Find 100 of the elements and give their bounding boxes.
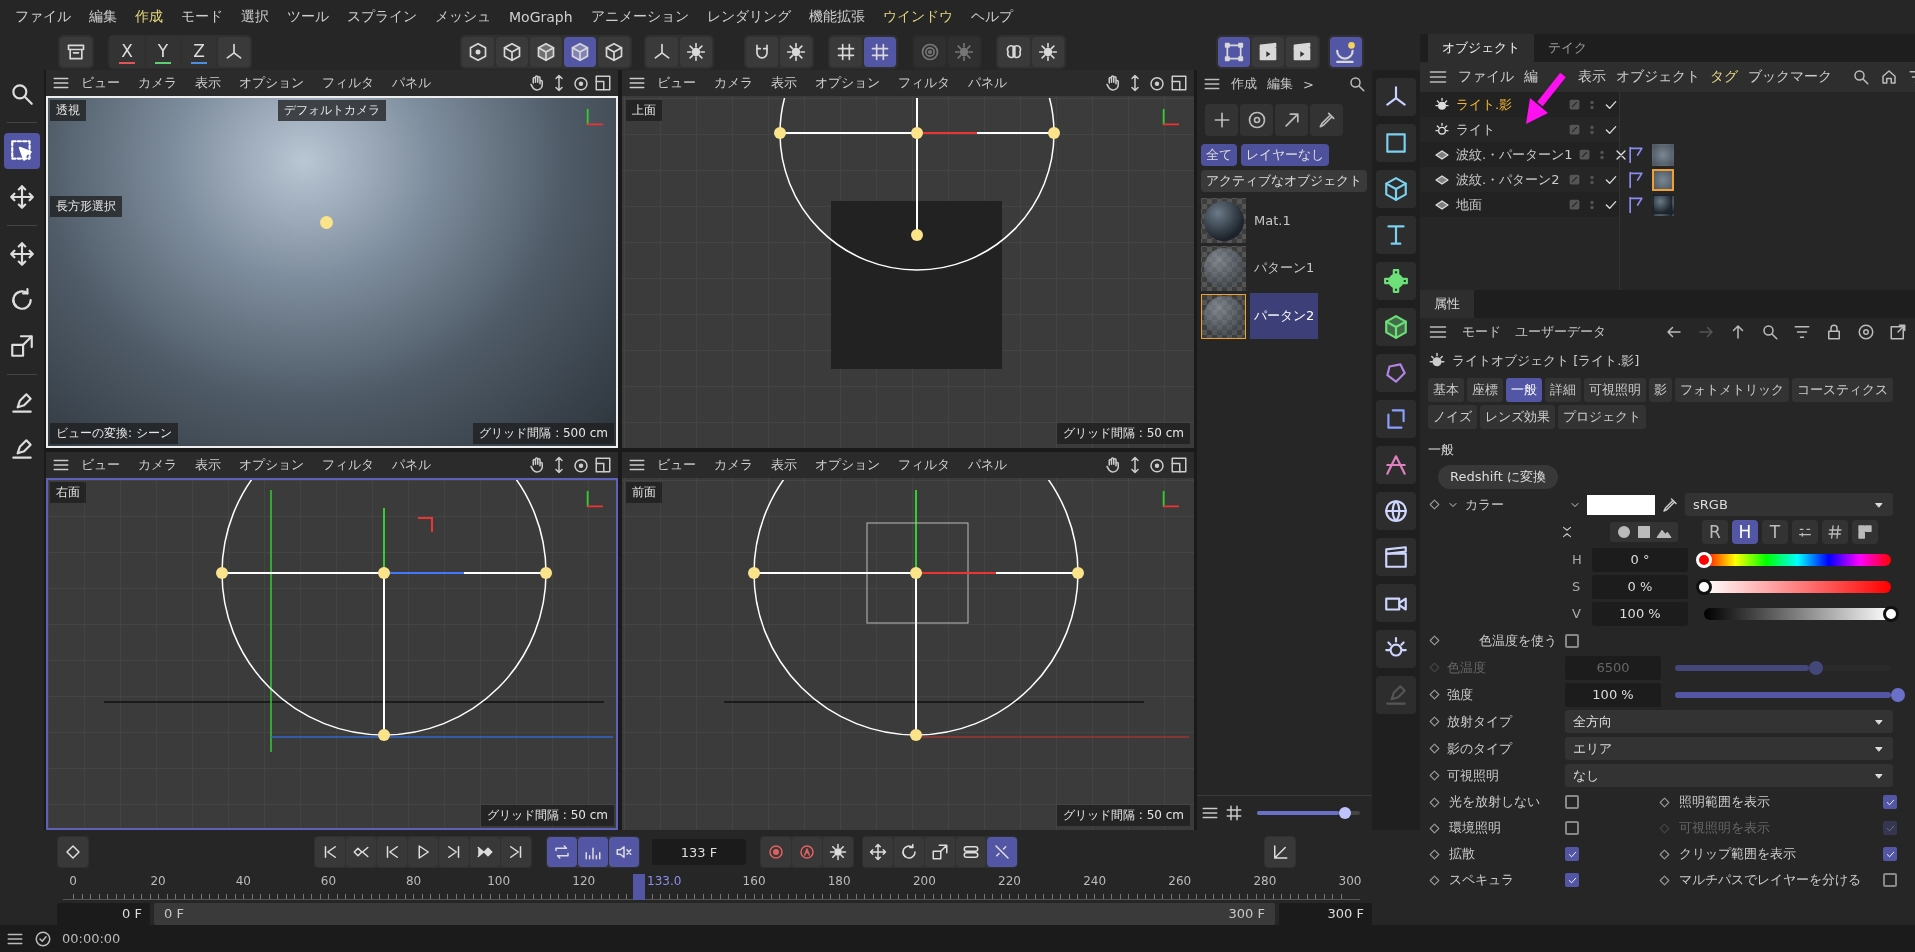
menu-item[interactable]: タグ: [1710, 68, 1738, 86]
view-menu-item[interactable]: ビュー: [650, 74, 703, 92]
color-mode-button[interactable]: H: [1732, 520, 1758, 544]
attribute-tab[interactable]: プロジェクト: [1558, 405, 1646, 429]
range-bar[interactable]: 0 F 300 F: [154, 902, 1275, 925]
menu-item[interactable]: オブジェクト: [1616, 68, 1700, 86]
attribute-tab[interactable]: 基本: [1428, 378, 1464, 402]
view-menu-item[interactable]: 表示: [188, 456, 228, 474]
filter-chip[interactable]: 全て: [1201, 144, 1237, 166]
view-menu-item[interactable]: カメラ: [707, 74, 760, 92]
camera-label[interactable]: デフォルトカメラ: [278, 100, 386, 121]
menu-item[interactable]: >: [1303, 76, 1314, 92]
view-menu-item[interactable]: オプション: [232, 74, 311, 92]
view-menu-item[interactable]: フィルタ: [315, 456, 381, 474]
menu-item[interactable]: モード: [1462, 323, 1501, 341]
channel-label: S: [1572, 579, 1582, 594]
view-menu-item[interactable]: 表示: [764, 456, 804, 474]
menu-item[interactable]: 作成: [1231, 75, 1257, 93]
end-frame-field[interactable]: 300 F: [1279, 902, 1372, 925]
convert-button[interactable]: Redshift に変換: [1438, 465, 1558, 489]
menu-item[interactable]: 選択: [232, 8, 278, 26]
material-name[interactable]: パターン1: [1250, 245, 1319, 291]
menu-item[interactable]: ツール: [278, 8, 338, 26]
menu-item[interactable]: 作成: [126, 8, 172, 26]
menu-item[interactable]: 表示: [1578, 68, 1606, 86]
viewport-canvas[interactable]: 上面 グリッド間隔 : 50 cm: [622, 96, 1194, 448]
value-field[interactable]: 0 °: [1592, 547, 1688, 572]
material-name[interactable]: Mat.1: [1250, 199, 1295, 242]
menu-item[interactable]: レンダリング: [697, 8, 800, 26]
menu-item[interactable]: ウインドウ: [873, 8, 962, 26]
frame-field[interactable]: 133 F: [652, 839, 746, 865]
dropdown[interactable]: sRGB: [1685, 493, 1893, 516]
menu-item[interactable]: アニメーション: [581, 8, 698, 26]
attribute-tab[interactable]: 詳細: [1545, 378, 1581, 402]
attribute-tab[interactable]: 可視照明: [1584, 378, 1646, 402]
menu-item[interactable]: ユーザーデータ: [1515, 323, 1606, 341]
value-field[interactable]: 100 %: [1565, 682, 1661, 707]
view-menu-item[interactable]: 表示: [188, 74, 228, 92]
menu-item[interactable]: スプライン: [338, 8, 426, 26]
dropdown[interactable]: 全方向: [1565, 710, 1893, 733]
view-menu-item[interactable]: カメラ: [131, 74, 184, 92]
menu-item[interactable]: モード: [172, 8, 232, 26]
view-menu-item[interactable]: カメラ: [707, 456, 760, 474]
view-menu-item[interactable]: カメラ: [131, 456, 184, 474]
channel-label: H: [1572, 552, 1583, 567]
attribute-tab[interactable]: レンズ効果: [1480, 405, 1555, 429]
object-name[interactable]: 波紋.・パターン2: [1456, 170, 1562, 189]
menu-item[interactable]: ヘルプ: [961, 8, 1022, 26]
material-name[interactable]: パータン2: [1250, 293, 1319, 339]
panel-tab[interactable]: テイク: [1534, 34, 1601, 62]
viewport-canvas[interactable]: 透視 デフォルトカメラ 長方形選択 ビューの変換: シーン グリッド間隔 : 500 cm: [46, 96, 618, 448]
menu-item[interactable]: 機能拡張: [799, 8, 874, 26]
view-menu-item[interactable]: パネル: [385, 456, 438, 474]
menu-item[interactable]: メッシュ: [426, 8, 500, 26]
filter-chip[interactable]: レイヤーなし: [1241, 144, 1329, 166]
filter-chip[interactable]: アクティブなオブジェクト: [1201, 170, 1367, 192]
menu-item[interactable]: ファイル: [1458, 68, 1514, 86]
attribute-tab[interactable]: フォトメトリック: [1675, 378, 1789, 402]
view-title: 右面: [50, 482, 86, 503]
view-menu-item[interactable]: オプション: [232, 456, 311, 474]
attribute-tab[interactable]: 座標: [1467, 378, 1503, 402]
menu-item[interactable]: ファイル: [6, 8, 80, 26]
view-menu-item[interactable]: フィルタ: [891, 456, 957, 474]
field-label: 強度: [1447, 685, 1474, 704]
view-menu-item[interactable]: パネル: [961, 456, 1014, 474]
menu-item[interactable]: 編集: [80, 8, 126, 26]
start-frame-field[interactable]: 0 F: [57, 902, 150, 925]
color-mode-button[interactable]: T: [1762, 520, 1788, 544]
object-name[interactable]: ライト: [1456, 120, 1562, 139]
view-menu-item[interactable]: 表示: [764, 74, 804, 92]
view-menu-item[interactable]: ビュー: [650, 456, 703, 474]
panel-tab[interactable]: オブジェクト: [1428, 34, 1534, 62]
value-field[interactable]: 0 %: [1592, 574, 1688, 599]
view-menu-item[interactable]: パネル: [385, 74, 438, 92]
value-field[interactable]: 100 %: [1592, 601, 1688, 626]
view-menu-item[interactable]: オプション: [808, 74, 887, 92]
ruler-label: 300: [1338, 874, 1362, 888]
view-menu-item[interactable]: ビュー: [74, 456, 127, 474]
view-menu-item[interactable]: フィルタ: [315, 74, 381, 92]
view-title: 前面: [626, 482, 662, 503]
dropdown[interactable]: なし: [1565, 764, 1893, 787]
ruler-label: 160: [742, 874, 766, 888]
view-menu-item[interactable]: パネル: [961, 74, 1014, 92]
ruler-label: 40: [235, 874, 251, 888]
attribute-tab[interactable]: 影: [1649, 378, 1672, 402]
attribute-tab[interactable]: 一般: [1506, 378, 1542, 402]
menu-item[interactable]: 編集: [1267, 75, 1293, 93]
view-menu-item[interactable]: フィルタ: [891, 74, 957, 92]
viewport-canvas[interactable]: 右面 グリッド間隔 : 50 cm: [46, 478, 618, 830]
attribute-tab[interactable]: ノイズ: [1428, 405, 1477, 429]
menu-item[interactable]: ブックマーク: [1748, 68, 1832, 86]
menu-item[interactable]: 編: [1524, 68, 1538, 86]
view-menu-item[interactable]: オプション: [808, 456, 887, 474]
color-mode-button[interactable]: R: [1702, 520, 1728, 544]
view-menu-item[interactable]: ビュー: [74, 74, 127, 92]
menu-item[interactable]: MoGraph: [500, 9, 582, 25]
attribute-tab[interactable]: コースティクス: [1792, 378, 1893, 402]
dropdown[interactable]: エリア: [1565, 737, 1893, 760]
panel-tab[interactable]: 属性: [1420, 290, 1474, 318]
viewport-canvas[interactable]: 前面 グリッド間隔 : 50 cm: [622, 478, 1194, 830]
